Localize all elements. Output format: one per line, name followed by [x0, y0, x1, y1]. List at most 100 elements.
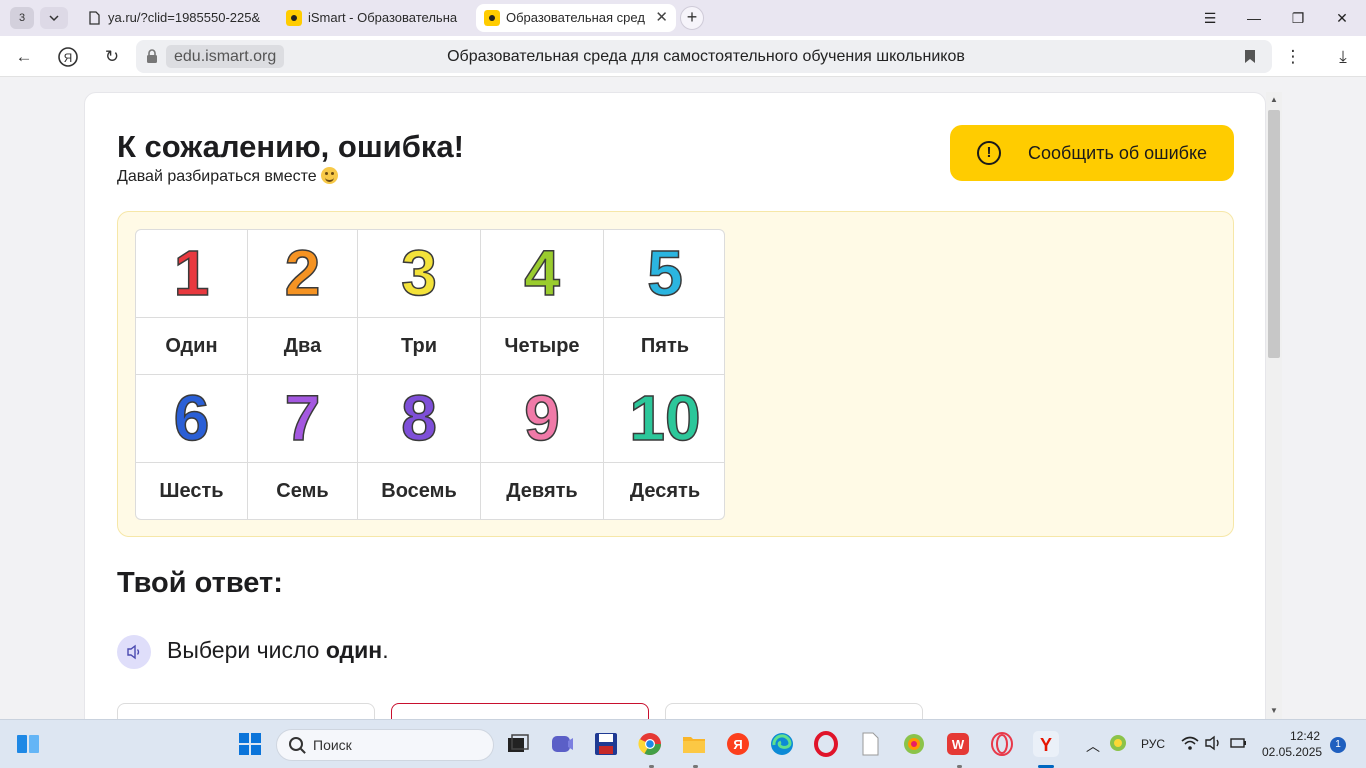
reload-icon[interactable]: ↻ [99, 44, 125, 70]
tabs-dropdown-button[interactable] [40, 7, 68, 29]
page-content: К сожалению, ошибка! Давай разбираться в… [0, 77, 1366, 719]
tab-count-button[interactable]: 3 [10, 7, 34, 29]
digit-4: 4 [523, 236, 560, 310]
yandex-logo-icon[interactable]: Я [55, 44, 81, 70]
digit-5: 5 [646, 236, 683, 310]
tray-chevron-up-icon[interactable]: ︿ [1086, 736, 1100, 756]
edge-icon[interactable] [769, 731, 795, 757]
file-explorer-icon[interactable] [681, 731, 707, 757]
ismart-logo-icon [286, 10, 302, 26]
page-scrollbar[interactable]: ▲ ▼ [1266, 92, 1282, 719]
opera-gx-icon[interactable] [989, 731, 1015, 757]
number-word: Четыре [481, 318, 604, 375]
wps-office-icon[interactable]: W [945, 731, 971, 757]
battery-icon[interactable] [1228, 734, 1248, 752]
task-view-icon[interactable] [505, 731, 531, 757]
scroll-down-arrow-icon[interactable]: ▼ [1269, 706, 1279, 716]
error-title: К сожалению, ошибка! [117, 129, 464, 164]
numbers-panel: 1 2 3 4 5 Один Два Три Четыре Пять 6 7 8… [117, 211, 1234, 537]
wifi-icon[interactable] [1180, 734, 1200, 752]
number-digit: 6 [136, 375, 248, 463]
number-word: Шесть [136, 463, 248, 519]
report-error-button[interactable]: ! Сообщить об ошибке [950, 125, 1234, 181]
clock-date[interactable]: 02.05.2025 [1262, 745, 1322, 759]
chrome-icon[interactable] [637, 731, 663, 757]
tab-yandex[interactable]: ya.ru/?clid=1985550-225& [78, 4, 273, 32]
new-tab-button[interactable]: + [680, 6, 704, 30]
search-icon [289, 737, 303, 751]
notification-badge[interactable]: 1 [1330, 737, 1346, 753]
smiley-emoji-icon [320, 167, 338, 184]
number-digit: 4 [481, 230, 604, 318]
taskbar-search[interactable]: Поиск [276, 729, 494, 761]
number-word: Десять [629, 480, 701, 502]
lock-icon [147, 49, 157, 63]
restore-button[interactable]: ❐ [1283, 6, 1313, 30]
url-domain: edu.ismart.org [166, 45, 285, 68]
question-prefix: Выбери число [167, 637, 326, 663]
number-word: Девять [481, 463, 604, 519]
close-window-button[interactable]: ✕ [1327, 6, 1357, 30]
tab-label: iSmart - Образовательна [308, 10, 458, 25]
number-word: Три [358, 318, 481, 375]
number-word: Один [136, 318, 248, 375]
back-arrow-icon[interactable]: ← [11, 44, 37, 70]
number-digit: 2 [248, 230, 358, 318]
scroll-up-arrow-icon[interactable]: ▲ [1269, 95, 1279, 105]
save-app-icon[interactable] [593, 731, 619, 757]
page-title: Образовательная среда для самостоятельно… [447, 48, 965, 65]
yandex-browser-icon[interactable]: Y [1033, 731, 1059, 757]
clock-time[interactable]: 12:42 [1290, 729, 1320, 743]
number-word: Два [248, 318, 358, 375]
tab-active-edu[interactable]: Образовательная сред ✕ [476, 4, 676, 32]
answer-option[interactable] [117, 703, 375, 719]
play-audio-button[interactable] [117, 635, 151, 669]
question-target-word: один [325, 637, 383, 663]
answer-option[interactable] [665, 703, 923, 719]
speaker-icon [127, 644, 140, 660]
document-icon[interactable] [857, 731, 883, 757]
tab-label: Образовательная сред [506, 10, 645, 25]
error-subtitle: Давай разбираться вместе [117, 167, 338, 186]
volume-icon[interactable] [1204, 734, 1224, 752]
number-digit: 3 [358, 230, 481, 318]
menu-icon[interactable]: ☰ [1195, 6, 1225, 30]
numbers-table: 1 2 3 4 5 Один Два Три Четыре Пять 6 7 8… [135, 229, 725, 520]
svg-text:Я: Я [64, 51, 73, 65]
address-bar[interactable]: edu.ismart.org Образовательная среда для… [136, 40, 1272, 73]
bookmark-icon[interactable] [1244, 49, 1256, 64]
digit-2: 2 [284, 236, 321, 310]
number-word: Пять [604, 318, 724, 375]
number-word: Семь [248, 463, 358, 519]
svg-text:Y: Y [1040, 735, 1052, 755]
question-suffix: . [382, 637, 389, 663]
yandex-icon[interactable]: Я [725, 731, 751, 757]
error-subtitle-text: Давай разбираться вместе [117, 168, 317, 185]
search-label: Поиск [313, 737, 352, 753]
tab-label: ya.ru/?clid=1985550-225& [108, 10, 261, 25]
widgets-icon[interactable] [15, 731, 41, 757]
scrollbar-thumb[interactable] [1268, 110, 1280, 358]
chevron-down-icon [49, 15, 59, 22]
answer-option-selected[interactable] [391, 703, 649, 719]
digit-3: 3 [400, 236, 437, 310]
yandex-circle-icon: Я [58, 47, 78, 67]
language-indicator[interactable]: РУС [1141, 737, 1165, 751]
close-tab-icon[interactable]: ✕ [655, 4, 668, 32]
opera-icon[interactable] [813, 731, 839, 757]
tray-app-icon[interactable] [1108, 733, 1128, 753]
minimize-button[interactable]: — [1239, 6, 1269, 30]
tab-ismart[interactable]: iSmart - Образовательна [278, 4, 471, 32]
download-icon[interactable]: ⤓ [1330, 44, 1356, 70]
number-digit: 7 [248, 375, 358, 463]
digit-10: 10 [629, 381, 702, 455]
windows-start-icon[interactable] [237, 731, 263, 757]
photos-icon[interactable] [901, 731, 927, 757]
number-digit: 9 [481, 375, 604, 463]
number-digit: 5 [604, 230, 724, 318]
svg-text:W: W [952, 737, 965, 752]
svg-text:Я: Я [733, 737, 742, 752]
more-options-icon[interactable]: ⋮ [1280, 44, 1306, 70]
meet-icon[interactable] [549, 731, 575, 757]
navigation-bar: ← Я ↻ edu.ismart.org Образовательная сре… [0, 36, 1366, 77]
